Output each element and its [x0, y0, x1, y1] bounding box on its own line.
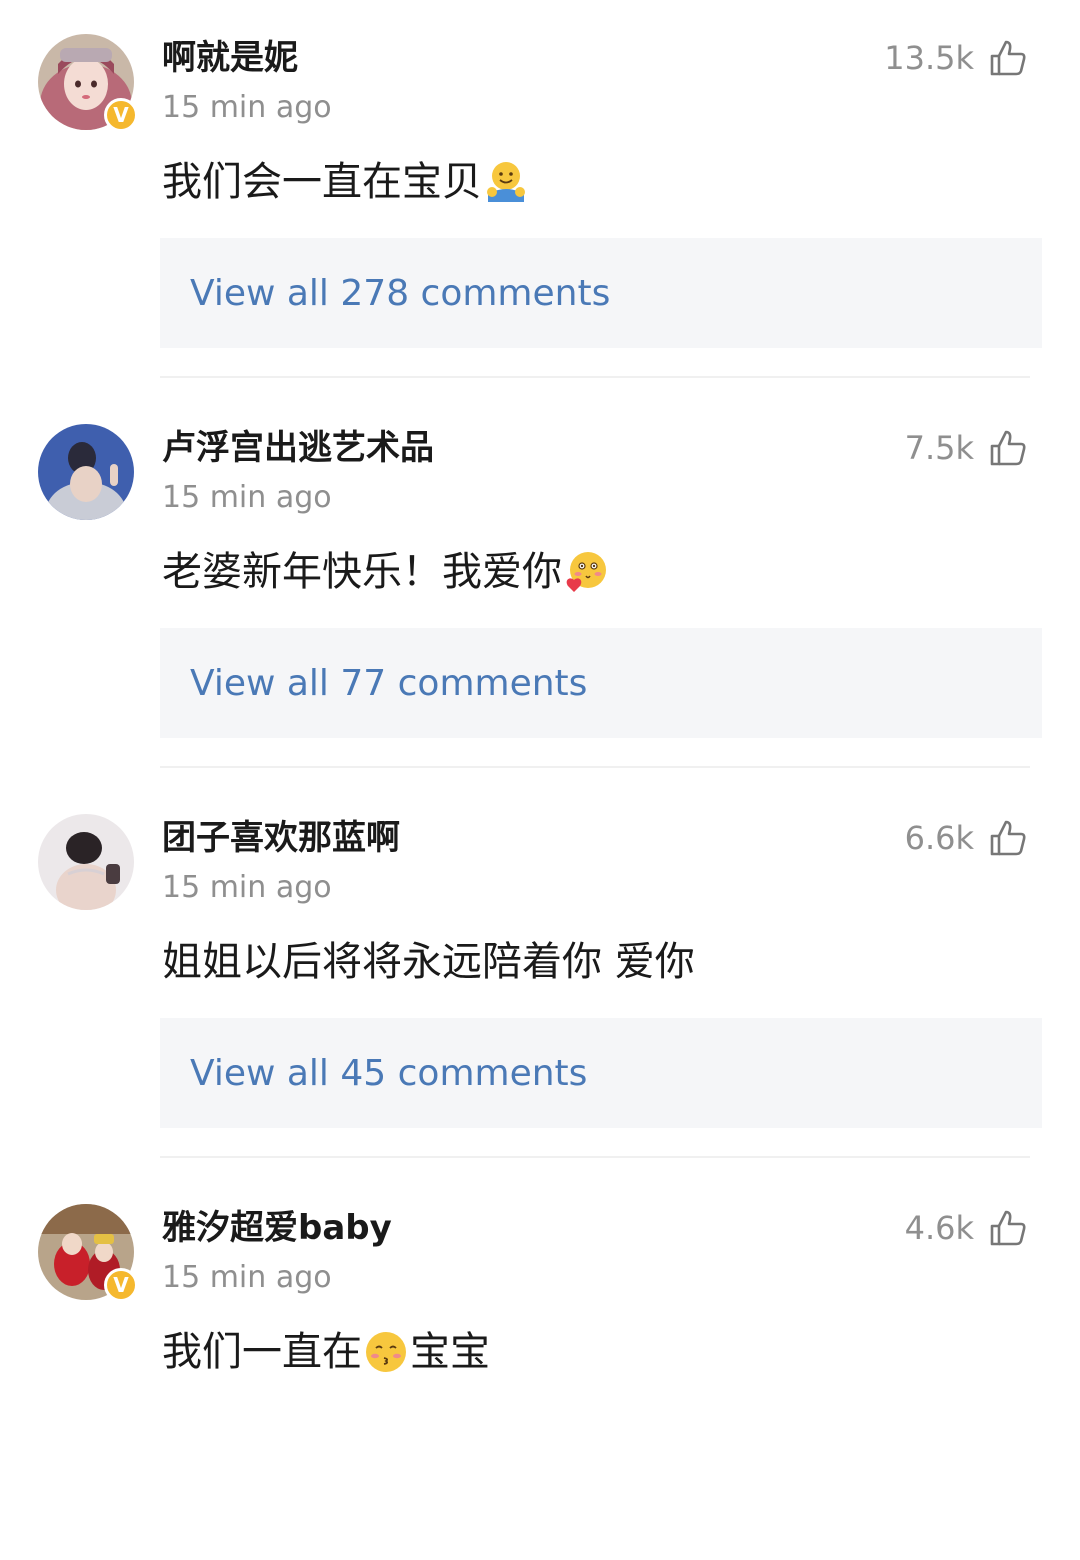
- comment-item: V 啊就是妮 15 min ago 13.5k 我们会一直在宝贝 View al…: [0, 0, 1080, 390]
- view-all-replies-label: View all 45 comments: [190, 1052, 588, 1094]
- divider: [160, 766, 1030, 768]
- like-count: 4.6k: [904, 1209, 974, 1247]
- thumbs-up-icon: [990, 820, 1026, 856]
- avatar[interactable]: [38, 424, 134, 520]
- username[interactable]: 卢浮宫出逃艺术品: [162, 424, 434, 472]
- divider: [160, 1156, 1030, 1158]
- avatar[interactable]: V: [38, 34, 138, 132]
- like-button[interactable]: 7.5k: [905, 424, 1028, 472]
- timestamp: 15 min ago: [162, 870, 332, 905]
- timestamp: 15 min ago: [162, 480, 332, 515]
- verified-badge: V: [104, 98, 138, 132]
- view-all-replies-button[interactable]: View all 278 comments: [160, 238, 1042, 348]
- back-view-avatar-icon: [38, 814, 134, 910]
- verified-badge: V: [104, 1268, 138, 1302]
- comment-text: 我们会一直在宝贝: [162, 150, 530, 214]
- view-all-replies-button[interactable]: View all 77 comments: [160, 628, 1042, 738]
- view-all-replies-label: View all 278 comments: [190, 272, 611, 314]
- comment-body: 我们一直在: [162, 1329, 362, 1375]
- comment-feed: V 啊就是妮 15 min ago 13.5k 我们会一直在宝贝 View al…: [0, 0, 1080, 1402]
- like-button[interactable]: 4.6k: [905, 1204, 1028, 1252]
- avatar[interactable]: [38, 814, 134, 910]
- thumbs-up-icon: [990, 430, 1026, 466]
- thumbs-up-icon: [990, 1210, 1026, 1246]
- comment-text: 我们一直在 宝宝: [162, 1320, 490, 1384]
- view-all-replies-button[interactable]: View all 45 comments: [160, 1018, 1042, 1128]
- like-count: 13.5k: [884, 39, 974, 77]
- username[interactable]: 雅汐超爱baby: [162, 1204, 392, 1252]
- kissing-emoji-icon: [366, 1332, 406, 1372]
- like-count: 7.5k: [904, 429, 974, 467]
- blue-dress-avatar-icon: [38, 424, 134, 520]
- comment-body: 我们会一直在宝贝: [162, 159, 482, 205]
- comment-body-suffix: 宝宝: [410, 1329, 490, 1375]
- username[interactable]: 啊就是妮: [162, 34, 298, 82]
- like-button[interactable]: 6.6k: [905, 814, 1028, 862]
- comment-text: 老婆新年快乐！我爱你: [162, 540, 610, 604]
- avatar[interactable]: V: [38, 1204, 138, 1302]
- comment-text: 姐姐以后将将永远陪着你 爱你: [162, 930, 695, 994]
- comment-item: 团子喜欢那蓝啊 15 min ago 6.6k 姐姐以后将将永远陪着你 爱你 V…: [0, 780, 1080, 1170]
- timestamp: 15 min ago: [162, 1260, 332, 1295]
- username[interactable]: 团子喜欢那蓝啊: [162, 814, 400, 862]
- timestamp: 15 min ago: [162, 90, 332, 125]
- blushing-heart-emoji-icon: [566, 552, 606, 592]
- comment-item: V 雅汐超爱baby 15 min ago 4.6k 我们一直在 宝宝: [0, 1170, 1080, 1560]
- comment-body: 姐姐以后将将永远陪着你 爱你: [162, 939, 695, 985]
- comment-body: 老婆新年快乐！我爱你: [162, 549, 562, 595]
- comment-item: 卢浮宫出逃艺术品 15 min ago 7.5k 老婆新年快乐！我爱你 View…: [0, 390, 1080, 780]
- like-count: 6.6k: [904, 819, 974, 857]
- divider: [160, 376, 1030, 378]
- thumbs-up-icon: [990, 40, 1026, 76]
- like-button[interactable]: 13.5k: [884, 34, 1028, 82]
- hug-emoji-icon: [487, 162, 525, 202]
- view-all-replies-label: View all 77 comments: [190, 662, 588, 704]
